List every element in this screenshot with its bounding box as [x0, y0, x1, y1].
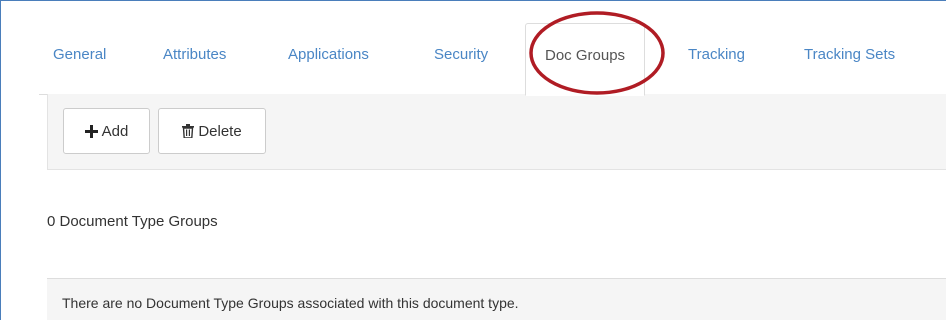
- document-type-groups-count: 0 Document Type Groups: [47, 213, 218, 230]
- tab-tracking[interactable]: Tracking: [688, 23, 745, 95]
- tab-security[interactable]: Security: [434, 23, 488, 95]
- add-button[interactable]: Add: [63, 108, 150, 154]
- plus-icon: [84, 124, 98, 138]
- tab-tracking-sets[interactable]: Tracking Sets: [804, 23, 895, 95]
- tab-attributes[interactable]: Attributes: [163, 23, 226, 95]
- empty-state-message: There are no Document Type Groups associ…: [62, 295, 519, 311]
- tab-general[interactable]: General: [53, 23, 106, 95]
- window-frame: General Attributes Applications Security…: [0, 0, 946, 320]
- tab-doc-groups[interactable]: Doc Groups: [525, 23, 646, 96]
- toolbar: Add Delete: [47, 94, 946, 170]
- trash-icon: [182, 124, 195, 138]
- add-button-label: Add: [101, 122, 129, 140]
- delete-button[interactable]: Delete: [158, 108, 266, 154]
- tab-applications[interactable]: Applications: [288, 23, 369, 95]
- delete-button-label: Delete: [198, 122, 242, 140]
- empty-state-row: There are no Document Type Groups associ…: [47, 278, 946, 320]
